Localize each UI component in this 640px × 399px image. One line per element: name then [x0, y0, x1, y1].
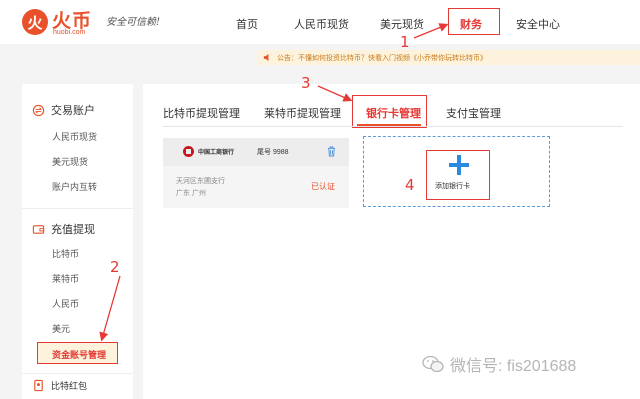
nav-security-center[interactable]: 安全中心	[516, 16, 560, 32]
sidebar-divider	[22, 373, 133, 374]
notice-bar[interactable]: 公告：不懂如何投资比特币？快看入门视频《小乔带你玩转比特币》	[257, 50, 640, 65]
annotation-number-3: 3	[301, 74, 311, 92]
sidebar-item-usd[interactable]: 美元	[52, 322, 70, 335]
logo-domain: huobi.com	[53, 29, 86, 36]
bank-name: 中国工商银行	[198, 150, 235, 156]
bank-card[interactable]: 中国工商银行 尾号 9988 天河区东圃支行 广东 广州 已认证	[163, 138, 349, 208]
active-tab-underline	[357, 124, 421, 126]
sidebar-item-cny-spot[interactable]: 人民币现货	[52, 130, 97, 143]
tab-bitcoin-withdraw[interactable]: 比特币提现管理	[163, 105, 240, 121]
watermark: 微信号: fis201688	[422, 352, 576, 376]
verified-status: 已认证	[311, 182, 335, 191]
huobi-logo-icon[interactable]: 火	[22, 9, 48, 35]
sidebar-section-trading: 交易账户	[32, 102, 95, 118]
sidebar-divider	[22, 208, 133, 209]
slogan: 安全可信赖!	[106, 17, 161, 28]
sidebar: 交易账户 人民币现货 美元现货 账户内互转 充值提现 比特币 莱特币 人民币 美…	[22, 84, 133, 399]
tab-bank-card[interactable]: 银行卡管理	[366, 105, 421, 121]
tab-alipay[interactable]: 支付宝管理	[446, 105, 501, 121]
wechat-icon	[422, 355, 444, 373]
annotation-number-1: 1	[400, 33, 410, 51]
notice-text[interactable]: 公告：不懂如何投资比特币？快看入门视频《小乔带你玩转比特币》	[277, 53, 487, 63]
sidebar-item-internal-transfer[interactable]: 账户内互转	[52, 180, 97, 193]
nav-cny-spot[interactable]: 人民币现货	[294, 16, 349, 32]
red-packet-icon	[34, 379, 43, 392]
watermark-text: 微信号: fis201688	[450, 358, 577, 375]
nav-home[interactable]: 首页	[236, 16, 258, 32]
top-header: 火 火币 huobi.com 安全可信赖! 首页 人民币现货 美元现货 财务 安…	[0, 0, 640, 44]
page: 火 火币 huobi.com 安全可信赖! 首页 人民币现货 美元现货 财务 安…	[0, 0, 640, 399]
sidebar-item-fund-account-management[interactable]: 资金账号管理	[52, 348, 106, 361]
speaker-icon	[263, 53, 269, 62]
trash-icon[interactable]	[327, 146, 336, 157]
sidebar-section-title: 交易账户	[51, 105, 95, 117]
sidebar-section-title: 比特红包	[51, 381, 88, 391]
annotation-number-2: 2	[110, 258, 120, 276]
sidebar-item-bitcoin[interactable]: 比特币	[52, 247, 79, 260]
tab-litecoin-withdraw[interactable]: 莱特币提现管理	[264, 105, 341, 121]
bank-branch: 天河区东圃支行	[176, 178, 225, 185]
sidebar-item-cny[interactable]: 人民币	[52, 297, 79, 310]
wallet-icon	[32, 224, 45, 234]
sidebar-item-bitcoin-redpacket[interactable]: 比特红包	[32, 379, 87, 392]
annotation-number-4: 4	[405, 176, 415, 194]
icbc-logo-icon	[183, 146, 194, 157]
card-tail-number: 尾号 9988	[257, 149, 289, 156]
tab-baseline	[163, 126, 623, 127]
exchange-icon	[32, 104, 45, 116]
sidebar-section-title: 充值提现	[51, 224, 95, 236]
bank-region: 广东 广州	[176, 190, 206, 197]
add-bank-card-label: 添加银行卡	[435, 183, 470, 190]
nav-finance[interactable]: 财务	[460, 16, 482, 32]
add-bank-card-button[interactable]: 添加银行卡	[426, 150, 490, 200]
add-bank-card-area[interactable]: 添加银行卡	[363, 136, 550, 207]
nav-usd-spot[interactable]: 美元现货	[380, 16, 424, 32]
plus-icon	[449, 155, 469, 175]
sidebar-item-litecoin[interactable]: 莱特币	[52, 272, 79, 285]
sidebar-section-deposit-withdraw: 充值提现	[32, 221, 95, 237]
sidebar-item-usd-spot[interactable]: 美元现货	[52, 155, 88, 168]
